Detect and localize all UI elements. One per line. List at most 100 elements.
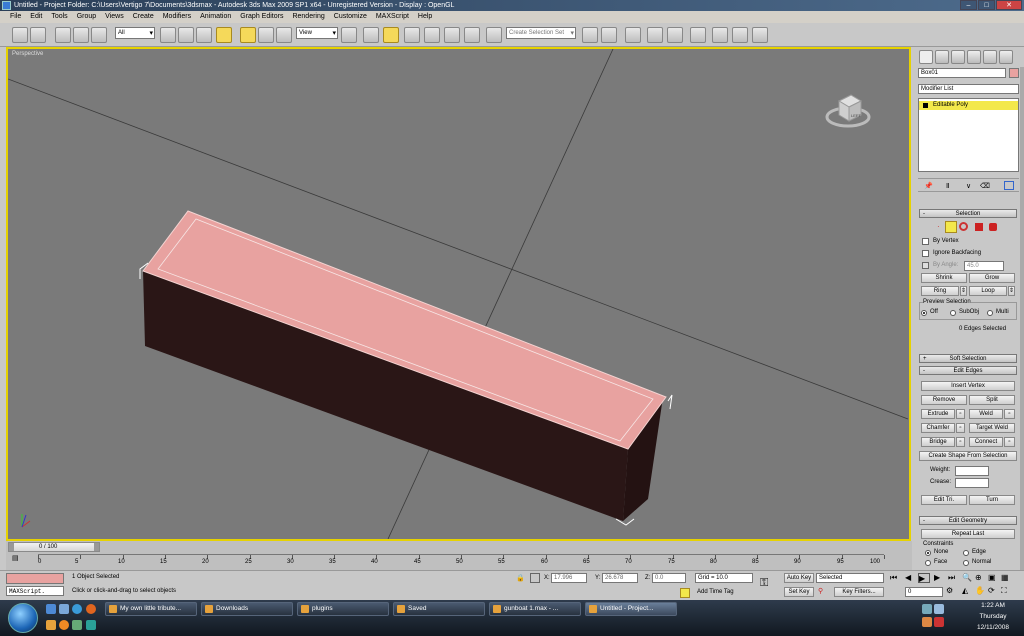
edit-tri-button[interactable]: Edit Tri. xyxy=(921,495,967,505)
by-angle-checkbox[interactable] xyxy=(922,262,929,269)
edit-edges-rollout-header[interactable]: - Edit Edges xyxy=(919,366,1017,375)
target-weld-button[interactable]: Target Weld xyxy=(969,423,1015,433)
quicklaunch-media-icon[interactable] xyxy=(59,620,69,630)
track-bar-icon[interactable]: ▤ xyxy=(12,554,26,568)
select-and-scale-icon[interactable] xyxy=(276,27,292,43)
maximize-viewport-icon[interactable]: ⛶ xyxy=(1001,586,1011,596)
preview-off-radio[interactable] xyxy=(921,310,927,316)
render-setup-icon[interactable] xyxy=(712,27,728,43)
selection-filter-dropdown[interactable]: All xyxy=(115,27,155,39)
ring-spinner[interactable]: ⇕ xyxy=(960,286,967,296)
mirror-icon[interactable] xyxy=(582,27,598,43)
connect-button[interactable]: Connect xyxy=(969,437,1003,447)
element-level-icon[interactable] xyxy=(989,223,997,231)
pin-stack-icon[interactable]: 📌 xyxy=(924,182,934,190)
menu-help[interactable]: Help xyxy=(418,11,432,23)
chamfer-button[interactable]: Chamfer xyxy=(921,423,955,433)
maximize-button[interactable]: □ xyxy=(978,0,995,10)
add-time-tag-button[interactable]: Add Time Tag xyxy=(695,588,753,598)
zoom-extents-icon[interactable]: ▣ xyxy=(988,573,998,583)
curve-editor-icon[interactable] xyxy=(667,27,683,43)
select-by-name-icon[interactable] xyxy=(178,27,194,43)
by-vertex-checkbox[interactable] xyxy=(922,238,929,245)
auto-key-button[interactable]: Auto Key xyxy=(784,573,814,583)
tray-volume-icon[interactable] xyxy=(934,604,944,614)
next-frame-icon[interactable]: ▶ xyxy=(934,573,946,583)
slider-next-icon[interactable] xyxy=(94,543,99,551)
ring-button[interactable]: Ring xyxy=(921,286,959,296)
z-coordinate-field[interactable]: 0.0 xyxy=(652,573,686,583)
vertex-level-icon[interactable]: · xyxy=(937,223,945,231)
motion-tab-icon[interactable] xyxy=(967,50,981,64)
create-shape-button[interactable]: Create Shape From Selection xyxy=(919,451,1017,461)
connect-settings-icon[interactable]: ▫ xyxy=(1004,437,1015,447)
angle-snap-icon[interactable] xyxy=(424,27,440,43)
angle-spinner[interactable]: 45.0 xyxy=(964,261,1004,271)
menu-group[interactable]: Group xyxy=(77,11,96,23)
loop-button[interactable]: Loop xyxy=(969,286,1007,296)
select-object-icon[interactable] xyxy=(160,27,176,43)
modify-tab-icon[interactable] xyxy=(935,50,949,64)
minimize-button[interactable]: – xyxy=(960,0,977,10)
maxscript-listener-pink[interactable] xyxy=(6,573,64,584)
rectangular-selection-icon[interactable] xyxy=(196,27,212,43)
time-configuration-icon[interactable]: ⚙ xyxy=(946,586,958,598)
layer-manager-icon[interactable] xyxy=(625,27,641,43)
pivot-center-icon[interactable] xyxy=(341,27,357,43)
menu-maxscript[interactable]: MAXScript xyxy=(376,11,409,23)
taskbar-button-downloads[interactable]: Downloads xyxy=(201,602,293,616)
firefox-icon[interactable] xyxy=(86,604,96,614)
weight-spinner[interactable] xyxy=(955,466,989,476)
show-end-result-icon[interactable]: Ⅱ xyxy=(946,182,954,190)
key-mode-dropdown[interactable]: Selected xyxy=(816,573,884,583)
chamfer-settings-icon[interactable]: ▫ xyxy=(956,423,965,433)
y-coordinate-field[interactable]: 26.678 xyxy=(602,573,638,583)
display-tab-icon[interactable] xyxy=(983,50,997,64)
create-tab-icon[interactable] xyxy=(919,50,933,64)
viewcube-icon[interactable]: LEFT xyxy=(825,85,871,131)
transform-mode-icon[interactable] xyxy=(530,573,540,583)
preview-multi-radio[interactable] xyxy=(987,310,993,316)
bridge-settings-icon[interactable]: ▫ xyxy=(956,437,965,447)
insert-vertex-button[interactable]: Insert Vertex xyxy=(921,381,1015,391)
taskbar-button-browser[interactable]: My own little tribute... xyxy=(105,602,197,616)
go-to-end-icon[interactable]: ⏭ xyxy=(948,573,960,583)
menu-edit[interactable]: Edit xyxy=(30,11,42,23)
named-selection-dropdown[interactable]: Create Selection Set xyxy=(506,27,576,39)
clock[interactable]: 1:22 AM Thursday 12/11/2008 xyxy=(968,600,1018,636)
show-desktop-icon[interactable] xyxy=(46,604,56,614)
pan-icon[interactable]: ✋ xyxy=(975,586,985,596)
bind-space-warp-icon[interactable] xyxy=(91,27,107,43)
select-and-move-icon[interactable] xyxy=(240,27,256,43)
object-color-swatch[interactable] xyxy=(1009,68,1019,78)
edit-named-selection-icon[interactable] xyxy=(486,27,502,43)
rendered-frame-window-icon[interactable] xyxy=(732,27,748,43)
constraint-normal-radio[interactable] xyxy=(963,560,969,566)
stack-item-editable-poly[interactable]: Editable Poly xyxy=(919,101,1018,110)
go-to-start-icon[interactable]: ⏮ xyxy=(890,573,902,583)
split-button[interactable]: Split xyxy=(969,395,1015,405)
start-button-icon[interactable] xyxy=(8,603,38,633)
orbit-icon[interactable]: ⟳ xyxy=(988,586,998,596)
menu-tools[interactable]: Tools xyxy=(51,11,67,23)
perspective-viewport[interactable]: Perspective LEFT xyxy=(6,47,911,541)
utilities-tab-icon[interactable] xyxy=(999,50,1013,64)
crease-spinner[interactable] xyxy=(955,478,989,488)
spinner-snap-icon[interactable] xyxy=(464,27,480,43)
graphite-toolbar-icon[interactable] xyxy=(647,27,663,43)
edge-level-icon[interactable] xyxy=(945,221,957,233)
bridge-button[interactable]: Bridge xyxy=(921,437,955,447)
menu-customize[interactable]: Customize xyxy=(334,11,367,23)
configure-sets-icon[interactable] xyxy=(1004,181,1014,190)
link-icon[interactable] xyxy=(55,27,71,43)
internet-explorer-icon[interactable] xyxy=(72,604,82,614)
menu-file[interactable]: File xyxy=(10,11,21,23)
quick-render-icon[interactable] xyxy=(752,27,768,43)
modifier-list-dropdown[interactable]: Modifier List xyxy=(918,84,1019,94)
ignore-backfacing-checkbox[interactable] xyxy=(922,250,929,257)
object-name-field[interactable]: Box01 xyxy=(918,68,1006,78)
app-icon[interactable] xyxy=(2,1,11,10)
extrude-button[interactable]: Extrude xyxy=(921,409,955,419)
select-and-manipulate-icon[interactable] xyxy=(363,27,379,43)
extrude-settings-icon[interactable]: ▫ xyxy=(956,409,965,419)
